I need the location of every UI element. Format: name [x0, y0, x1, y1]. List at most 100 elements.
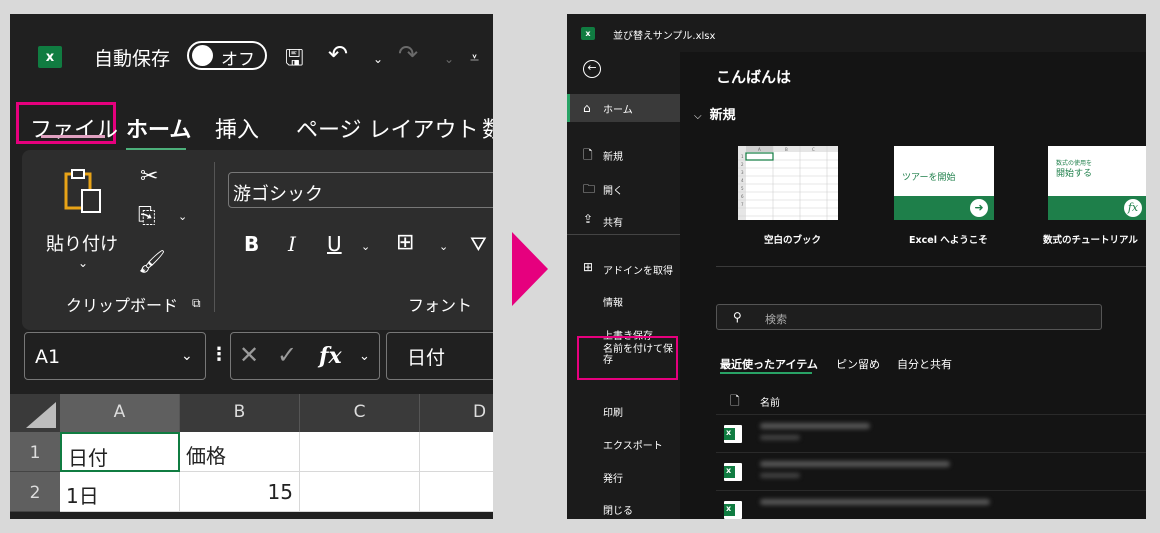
select-all-corner[interactable] [10, 394, 60, 432]
sidebar-item-label: アドインを取得 [603, 266, 673, 277]
tab-home[interactable]: ホーム [126, 112, 192, 151]
save-icon[interactable]: 🖫 [285, 41, 304, 79]
cell-b2[interactable]: 15 [180, 472, 300, 512]
cancel-icon[interactable]: ✕ [239, 341, 259, 369]
sidebar-item-label: 情報 [603, 298, 623, 309]
ribbon-home-panel: 貼り付け ⌄ ✂ ⎘ ⌄ 🖌 クリップボード ⧉ 游ゴシック B I U ⌄ ⊞… [22, 150, 493, 330]
sidebar-item-label: エクスポート [603, 441, 663, 452]
excel-logo-icon: x [38, 46, 62, 68]
enter-icon[interactable]: ✓ [277, 341, 297, 369]
row-header[interactable]: 2 [10, 472, 60, 512]
fill-color-icon[interactable]: ⛛ [470, 232, 487, 256]
dialog-launcher-icon[interactable]: ⧉ [192, 296, 201, 311]
new-section-label: 新規 [709, 108, 736, 123]
bold-button[interactable]: B [244, 232, 259, 256]
sidebar-item-label: 発行 [603, 474, 623, 485]
tab-file-label: ファイル [30, 118, 119, 143]
underline-button[interactable]: U [327, 232, 342, 256]
chevron-down-icon[interactable]: ⌄ [178, 210, 187, 223]
share-icon: ⇪ [583, 212, 594, 226]
cut-icon[interactable]: ✂ [140, 164, 158, 189]
search-input[interactable]: ⚲ 検索 [716, 304, 1102, 330]
chevron-down-icon[interactable]: ⌄ [361, 240, 370, 253]
back-icon[interactable]: ← [583, 60, 601, 78]
chevron-down-icon[interactable]: ⌵ [694, 111, 702, 122]
redo-icon: ↷ [398, 40, 419, 68]
insert-function-icon[interactable]: fx [319, 343, 342, 369]
tab-shared-with-me[interactable]: 自分と共有 [897, 356, 952, 372]
spreadsheet-grid: A B C D 1 日付 価格 2 1日 15 [10, 394, 493, 519]
column-header[interactable]: C [300, 394, 420, 432]
cell-c2[interactable] [300, 472, 420, 512]
paste-icon[interactable] [62, 168, 102, 214]
format-painter-icon[interactable]: 🖌 [138, 250, 166, 275]
sidebar-item-save-as[interactable]: 名前を付けて保存 [577, 336, 678, 380]
cell-a1[interactable]: 日付 [60, 432, 180, 472]
tab-formulas[interactable]: 数 [482, 112, 493, 144]
font-name-select[interactable]: 游ゴシック [228, 172, 493, 208]
template-formula-tutorial[interactable]: 数式の使用を 開始する fx [1048, 146, 1146, 220]
arrow-right-icon [512, 232, 548, 306]
template-green-band: ➜ [894, 196, 994, 220]
cell-a2[interactable]: 1日 [60, 472, 180, 512]
chevron-down-icon: ⌄ [444, 52, 455, 66]
copy-icon[interactable]: ⎘ [138, 204, 156, 229]
list-item[interactable]: x [716, 414, 1146, 450]
file-list-header: 🗋 名前 [716, 388, 1146, 412]
excel-file-icon: x [724, 425, 742, 443]
tab-insert[interactable]: 挿入 [215, 112, 259, 144]
excel-ribbon-screenshot: x 自動保存 オフ 🖫 ↶ ⌄ ↷ ⌄ ⩡ ファイル ホーム 挿入 ページ レイ… [10, 14, 493, 519]
list-item[interactable]: x [716, 452, 1146, 488]
sidebar-item-label: 新規 [603, 152, 623, 163]
tab-recent[interactable]: 最近使ったアイテム [720, 356, 818, 374]
cell-c1[interactable] [300, 432, 420, 472]
tab-recent-label: 最近使ったアイテム [720, 358, 818, 371]
row-header[interactable]: 1 [10, 432, 60, 472]
column-header[interactable]: A [60, 394, 180, 432]
tab-recent-underline [720, 372, 812, 374]
undo-icon[interactable]: ↶ [328, 40, 348, 68]
chevron-down-icon[interactable]: ⌄ [181, 348, 193, 364]
customize-toolbar-icon[interactable]: ⩡ [470, 48, 479, 68]
name-box-value: A1 [35, 346, 61, 368]
paste-label[interactable]: 貼り付け [46, 230, 118, 256]
chevron-down-icon[interactable]: ⌄ [439, 240, 448, 253]
italic-button[interactable]: I [288, 232, 296, 256]
template-excel-tour[interactable]: ツアーを開始 ➜ [894, 146, 994, 220]
addins-icon: ⊞ [583, 260, 594, 274]
tab-home-label: ホーム [126, 118, 192, 143]
autosave-label: 自動保存 [94, 48, 171, 70]
autosave-toggle[interactable]: オフ [187, 41, 267, 70]
sidebar-item-home[interactable]: ⌂ ホーム [567, 94, 680, 122]
chevron-down-icon[interactable]: ⌄ [359, 349, 370, 364]
sidebar-item-label: 共有 [603, 218, 623, 229]
more-options-icon[interactable]: ⋮ [210, 344, 228, 365]
name-column-header[interactable]: 名前 [760, 394, 780, 409]
template-thumb-text: ツアーを開始 [902, 173, 956, 183]
clipboard-group-label: クリップボード [66, 296, 179, 315]
formula-input[interactable]: 日付 [386, 332, 493, 380]
file-name: 並び替えサンプル.xlsx [613, 31, 716, 42]
folder-icon: 🗀 [583, 182, 596, 196]
column-header[interactable]: B [180, 394, 300, 432]
tab-page-layout[interactable]: ページ レイアウト [296, 112, 479, 144]
name-box[interactable]: A1 ⌄ [24, 332, 206, 380]
template-thumb-text: 開始する [1056, 169, 1093, 179]
cell-b1[interactable]: 価格 [180, 432, 300, 472]
cell-d1[interactable] [420, 432, 493, 472]
list-item[interactable]: x [716, 490, 1146, 519]
new-section-header[interactable]: ⌵ 新規 [694, 104, 736, 123]
borders-icon[interactable]: ⊞ [396, 230, 414, 255]
tab-pinned[interactable]: ピン留め [836, 356, 880, 372]
chevron-down-icon[interactable]: ⌄ [373, 52, 383, 66]
column-header[interactable]: D [420, 394, 493, 432]
sidebar-item-label: 閉じる [603, 506, 633, 517]
template-green-band: fx [1048, 196, 1146, 220]
tab-file[interactable]: ファイル [16, 102, 119, 144]
font-group-label: フォント [408, 296, 473, 315]
arrow-right-icon: ➜ [970, 199, 988, 217]
cell-d2[interactable] [420, 472, 493, 512]
template-blank-workbook[interactable]: ABC 1234 567 [738, 146, 838, 220]
template-label: 空白のブック [764, 235, 822, 246]
chevron-down-icon[interactable]: ⌄ [78, 256, 88, 270]
